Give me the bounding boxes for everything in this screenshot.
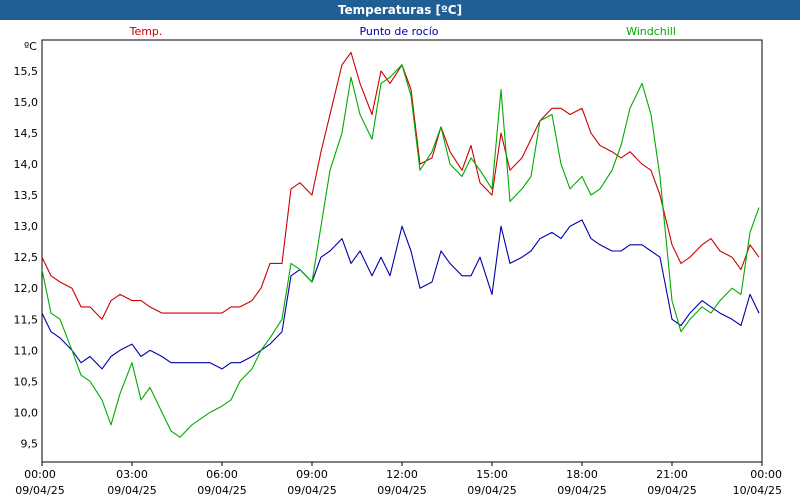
y-tick-label: 12,0 xyxy=(14,282,39,295)
x-tick-time: 21:00 xyxy=(656,468,688,481)
legend: Temp. Punto de rocío Windchill xyxy=(129,25,676,38)
x-tick-date: 09/04/25 xyxy=(287,484,336,497)
x-tick-date: 10/04/25 xyxy=(733,484,782,497)
x-tick-date: 09/04/25 xyxy=(557,484,606,497)
x-tick-date: 09/04/25 xyxy=(197,484,246,497)
legend-entry: Temp. xyxy=(129,25,163,38)
y-tick-label: 10,0 xyxy=(14,406,39,419)
legend-entry: Punto de rocío xyxy=(359,25,438,38)
y-tick-label: 14,0 xyxy=(14,158,39,171)
x-tick-time: 06:00 xyxy=(206,468,238,481)
y-tick-label: 12,5 xyxy=(14,251,39,264)
plot-area xyxy=(41,39,763,463)
x-tick-time: 12:00 xyxy=(386,468,418,481)
y-tick-label: 9,5 xyxy=(21,437,39,450)
x-tick-time: 09:00 xyxy=(296,468,328,481)
x-tick-time: 00:00 xyxy=(750,468,782,481)
y-tick-label: 10,5 xyxy=(14,375,39,388)
x-tick-time: 15:00 xyxy=(476,468,508,481)
y-tick-label: 13,5 xyxy=(14,189,39,202)
y-tick-label: 15,5 xyxy=(14,65,39,78)
x-tick-time: 00:00 xyxy=(24,468,56,481)
y-tick-label: 11,5 xyxy=(14,313,39,326)
x-tick-time: 18:00 xyxy=(566,468,598,481)
y-tick-label: 14,5 xyxy=(14,127,39,140)
temperature-chart: Temp. Punto de rocío Windchill 9,5 10,0 10,5… xyxy=(14,25,783,497)
y-tick-label: 15,0 xyxy=(14,96,39,109)
y-axis-label: ºC xyxy=(24,40,37,53)
x-tick-date: 09/04/25 xyxy=(647,484,696,497)
legend-entry: Windchill xyxy=(626,25,676,38)
x-tick-date: 09/04/25 xyxy=(15,484,64,497)
x-tick-time: 03:00 xyxy=(116,468,148,481)
x-tick-date: 09/04/25 xyxy=(377,484,426,497)
y-tick-label: 13,0 xyxy=(14,220,39,233)
y-tick-label: 11,0 xyxy=(14,344,39,357)
x-tick-date: 09/04/25 xyxy=(467,484,516,497)
x-tick-date: 09/04/25 xyxy=(107,484,156,497)
